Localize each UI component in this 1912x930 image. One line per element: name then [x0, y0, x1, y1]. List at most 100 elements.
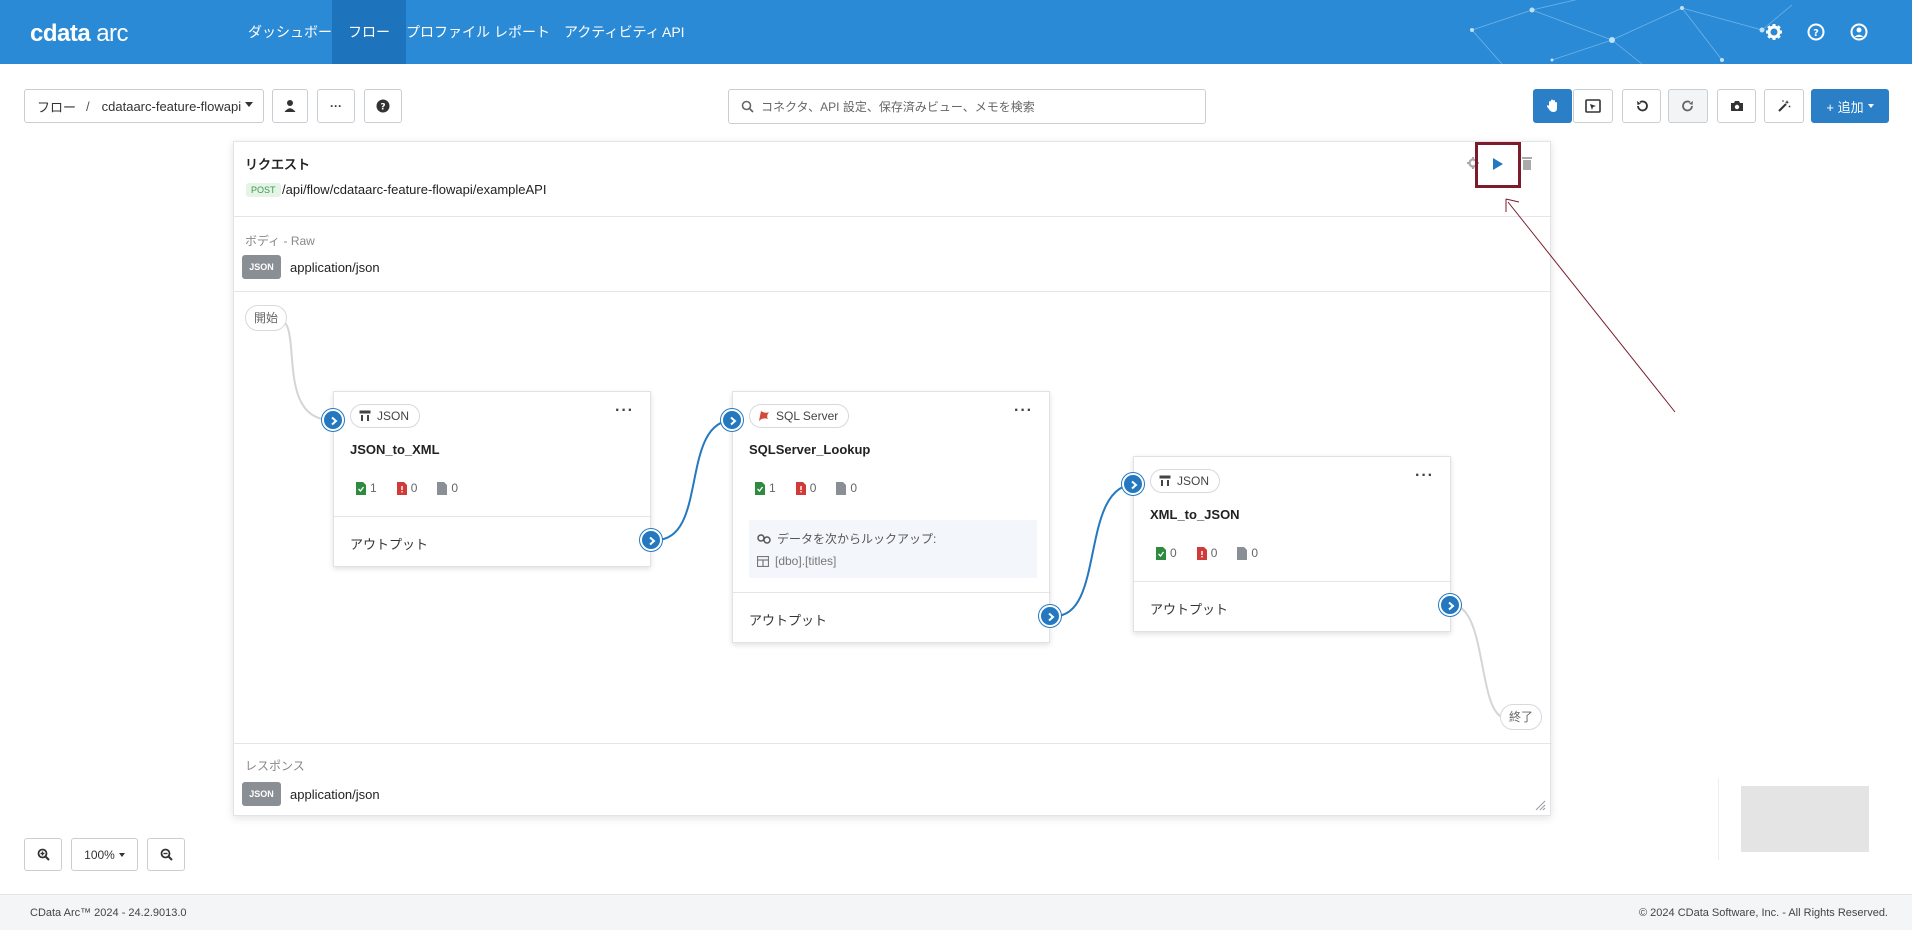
response-content-type: application/json [290, 787, 380, 802]
message-counts: 0 0 0 [1156, 545, 1258, 561]
api-endpoint-path: /api/flow/cdataarc-feature-flowapi/examp… [282, 182, 547, 197]
auto-arrange-button[interactable] [1764, 89, 1804, 123]
search-input[interactable] [759, 90, 1199, 123]
connector-node-xml-to-json[interactable]: JSON ··· XML_to_JSON 0 0 0 アウトプット [1133, 456, 1452, 632]
zoom-out-button[interactable] [147, 838, 185, 871]
undo-button[interactable] [1622, 89, 1661, 123]
response-json-badge: JSON [242, 782, 281, 806]
pending-count[interactable]: 0 [437, 480, 458, 496]
redo-button[interactable] [1668, 89, 1708, 123]
magic-wand-icon [1778, 100, 1791, 112]
flow-start-node: 開始 [245, 305, 288, 331]
chevron-right-icon [1131, 480, 1138, 490]
node-input-port[interactable] [721, 409, 743, 431]
file-error-icon [396, 481, 407, 495]
user-icon [284, 100, 296, 112]
connector-type-tag: SQL Server [749, 404, 850, 428]
output-divider [733, 592, 1051, 593]
body-json-badge: JSON [242, 255, 281, 279]
breadcrumb-root[interactable]: フロー [37, 97, 76, 116]
node-input-port[interactable] [1122, 473, 1144, 495]
json-connector-icon [1159, 475, 1171, 486]
chevron-right-icon [649, 536, 656, 546]
error-count[interactable]: 0 [795, 480, 816, 496]
snapshot-button[interactable] [1717, 89, 1756, 123]
chevron-down-icon [245, 102, 253, 107]
help-icon[interactable]: ? [1806, 22, 1826, 42]
network-decoration [1470, 0, 1792, 64]
error-count[interactable]: 0 [396, 480, 417, 496]
success-count[interactable]: 0 [1156, 545, 1177, 561]
search-icon [741, 100, 754, 113]
add-button[interactable]: + 追加 [1811, 89, 1889, 123]
redo-icon [1682, 100, 1693, 112]
user-account-icon[interactable] [1849, 22, 1869, 42]
http-method-badge: POST [246, 183, 281, 197]
file-pending-icon [836, 481, 847, 495]
node-output-port[interactable] [1439, 594, 1461, 616]
select-box-icon [1585, 99, 1601, 113]
camera-icon [1730, 101, 1743, 111]
connector-node-sqlserver-lookup[interactable]: SQL Server ··· SQLServer_Lookup 1 0 0 デー… [732, 391, 1051, 643]
search-box[interactable] [728, 89, 1206, 124]
add-button-label: + 追加 [1826, 99, 1864, 115]
output-label: アウトプット [350, 537, 429, 552]
pan-mode-button[interactable] [1533, 89, 1572, 123]
request-title: リクエスト [245, 157, 311, 172]
body-label: ボディ - Raw [245, 234, 315, 248]
file-pending-icon [1237, 546, 1248, 560]
zoom-level-dropdown[interactable]: 100% [71, 838, 138, 871]
help-circle-icon: ? [376, 99, 390, 113]
hand-icon [1546, 99, 1557, 112]
chevron-down-icon [1867, 104, 1874, 108]
lookup-label: データを次からルックアップ: [777, 532, 937, 546]
connector-type-tag: JSON [350, 404, 421, 428]
pending-count[interactable]: 0 [836, 480, 857, 496]
section-divider [234, 743, 1552, 744]
connector-node-json-to-xml[interactable]: JSON ··· JSON_to_XML 1 0 0 アウトプット [333, 391, 652, 567]
lookup-table: [dbo].[titles] [775, 554, 837, 568]
json-connector-icon [359, 410, 371, 421]
node-output-port[interactable] [640, 529, 662, 551]
zoom-level: 100% [84, 847, 115, 862]
message-counts: 1 0 0 [356, 480, 458, 496]
svg-text:?: ? [380, 103, 385, 113]
section-divider [234, 291, 1552, 292]
version-info: CData Arc™ 2024 - 24.2.9013.0 [30, 907, 187, 919]
chevron-right-icon [1448, 601, 1455, 611]
success-count[interactable]: 1 [356, 480, 377, 496]
body-content-type: application/json [290, 260, 380, 275]
node-input-port[interactable] [322, 409, 344, 431]
resize-handle-icon[interactable] [1534, 799, 1546, 811]
node-menu-button[interactable]: ··· [1415, 468, 1434, 484]
output-label: アウトプット [749, 613, 828, 628]
trash-icon[interactable] [1521, 156, 1533, 170]
chevron-down-icon [118, 852, 125, 857]
node-menu-button[interactable]: ··· [1014, 403, 1033, 419]
node-menu-button[interactable]: ··· [615, 403, 634, 419]
flow-breadcrumb-dropdown[interactable]: フロー / cdataarc-feature-flowapi [24, 89, 264, 123]
workspace-user-button[interactable] [272, 89, 308, 123]
pending-count[interactable]: 0 [1237, 545, 1258, 561]
link-icon [757, 534, 771, 544]
zoom-in-button[interactable] [24, 838, 62, 871]
select-mode-button[interactable] [1573, 89, 1613, 123]
error-count[interactable]: 0 [1196, 545, 1217, 561]
footer: CData Arc™ 2024 - 24.2.9013.0 © 2024 CDa… [0, 894, 1912, 930]
minimap-viewport[interactable] [1741, 786, 1869, 852]
connector-name: SQLServer_Lookup [749, 442, 871, 457]
success-count[interactable]: 1 [755, 480, 776, 496]
help-button[interactable]: ? [364, 89, 402, 123]
nav-api[interactable]: API [646, 0, 701, 64]
file-success-icon [1156, 546, 1166, 560]
node-output-port[interactable] [1039, 605, 1061, 627]
flow-api-card: リクエスト POST /api/flow/cdataarc-feature-fl… [233, 141, 1552, 816]
section-divider [234, 216, 1552, 217]
response-label: レスポンス [245, 759, 305, 773]
cdata-arc-logo[interactable]: cdata arc [30, 20, 129, 48]
flow-minimap[interactable] [1718, 778, 1908, 860]
breadcrumb-flow-name: cdataarc-feature-flowapi [101, 98, 242, 114]
svg-text:?: ? [1813, 28, 1819, 39]
more-options-button[interactable]: ··· [317, 89, 355, 123]
gear-icon[interactable] [1764, 22, 1784, 42]
